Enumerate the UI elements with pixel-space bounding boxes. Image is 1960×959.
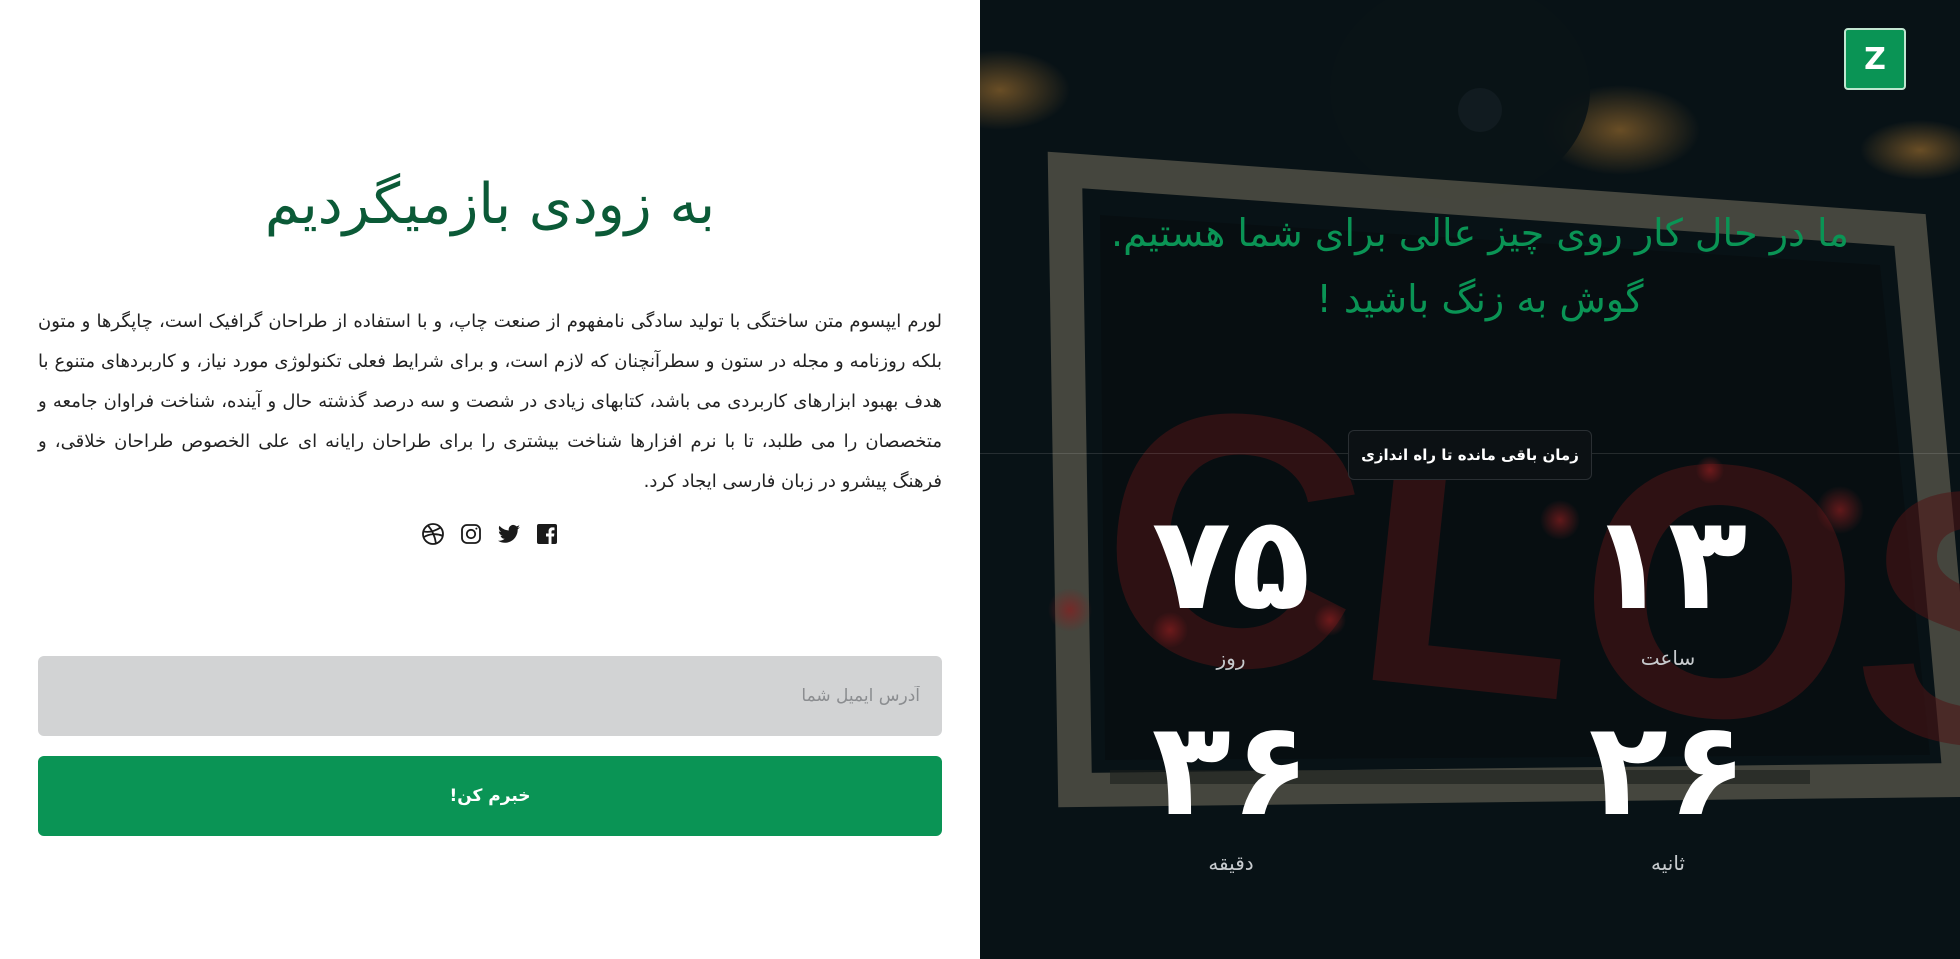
facebook-icon[interactable]	[535, 522, 559, 546]
countdown-days-value: ۷۵	[1151, 487, 1311, 639]
countdown-days-label: روز	[1216, 646, 1246, 670]
email-field[interactable]	[38, 656, 942, 736]
countdown-hours-value: ۱۳	[1588, 487, 1748, 639]
social-links	[0, 522, 980, 546]
headline: ما در حال کار روی چیز عالی برای شما هستی…	[1020, 200, 1940, 332]
page-title: به زودی بازمیگردیم	[264, 172, 716, 237]
notify-button[interactable]: خبرم کن!	[38, 756, 942, 836]
dribbble-icon[interactable]	[421, 522, 445, 546]
headline-line-2: گوش به زنگ باشید !	[1316, 277, 1644, 321]
instagram-icon[interactable]	[459, 522, 483, 546]
logo[interactable]: Z	[1844, 28, 1906, 90]
countdown-seconds-value: ۲۶	[1588, 693, 1748, 845]
countdown-minutes-label: دقیقه	[1208, 851, 1254, 875]
remaining-time-label: زمان باقی مانده تا راه اندازی	[1348, 430, 1592, 480]
countdown-hours-label: ساعت	[1640, 646, 1696, 670]
description-text: لورم ایپسوم متن ساختگی با تولید سادگی نا…	[38, 311, 942, 492]
headline-line-1: ما در حال کار روی چیز عالی برای شما هستی…	[1111, 211, 1849, 255]
countdown-seconds-label: ثانیه	[1651, 851, 1685, 875]
countdown-minutes-value: ۳۶	[1151, 693, 1311, 845]
right-panel: CLOSED Z ما در حال کار روی چیز عالی برای…	[980, 0, 1960, 959]
coming-soon-page: به زودی بازمیگردیم لورم ایپسوم متن ساختگ…	[0, 0, 1960, 959]
left-panel: به زودی بازمیگردیم لورم ایپسوم متن ساختگ…	[0, 0, 980, 959]
twitter-icon[interactable]	[497, 522, 521, 546]
